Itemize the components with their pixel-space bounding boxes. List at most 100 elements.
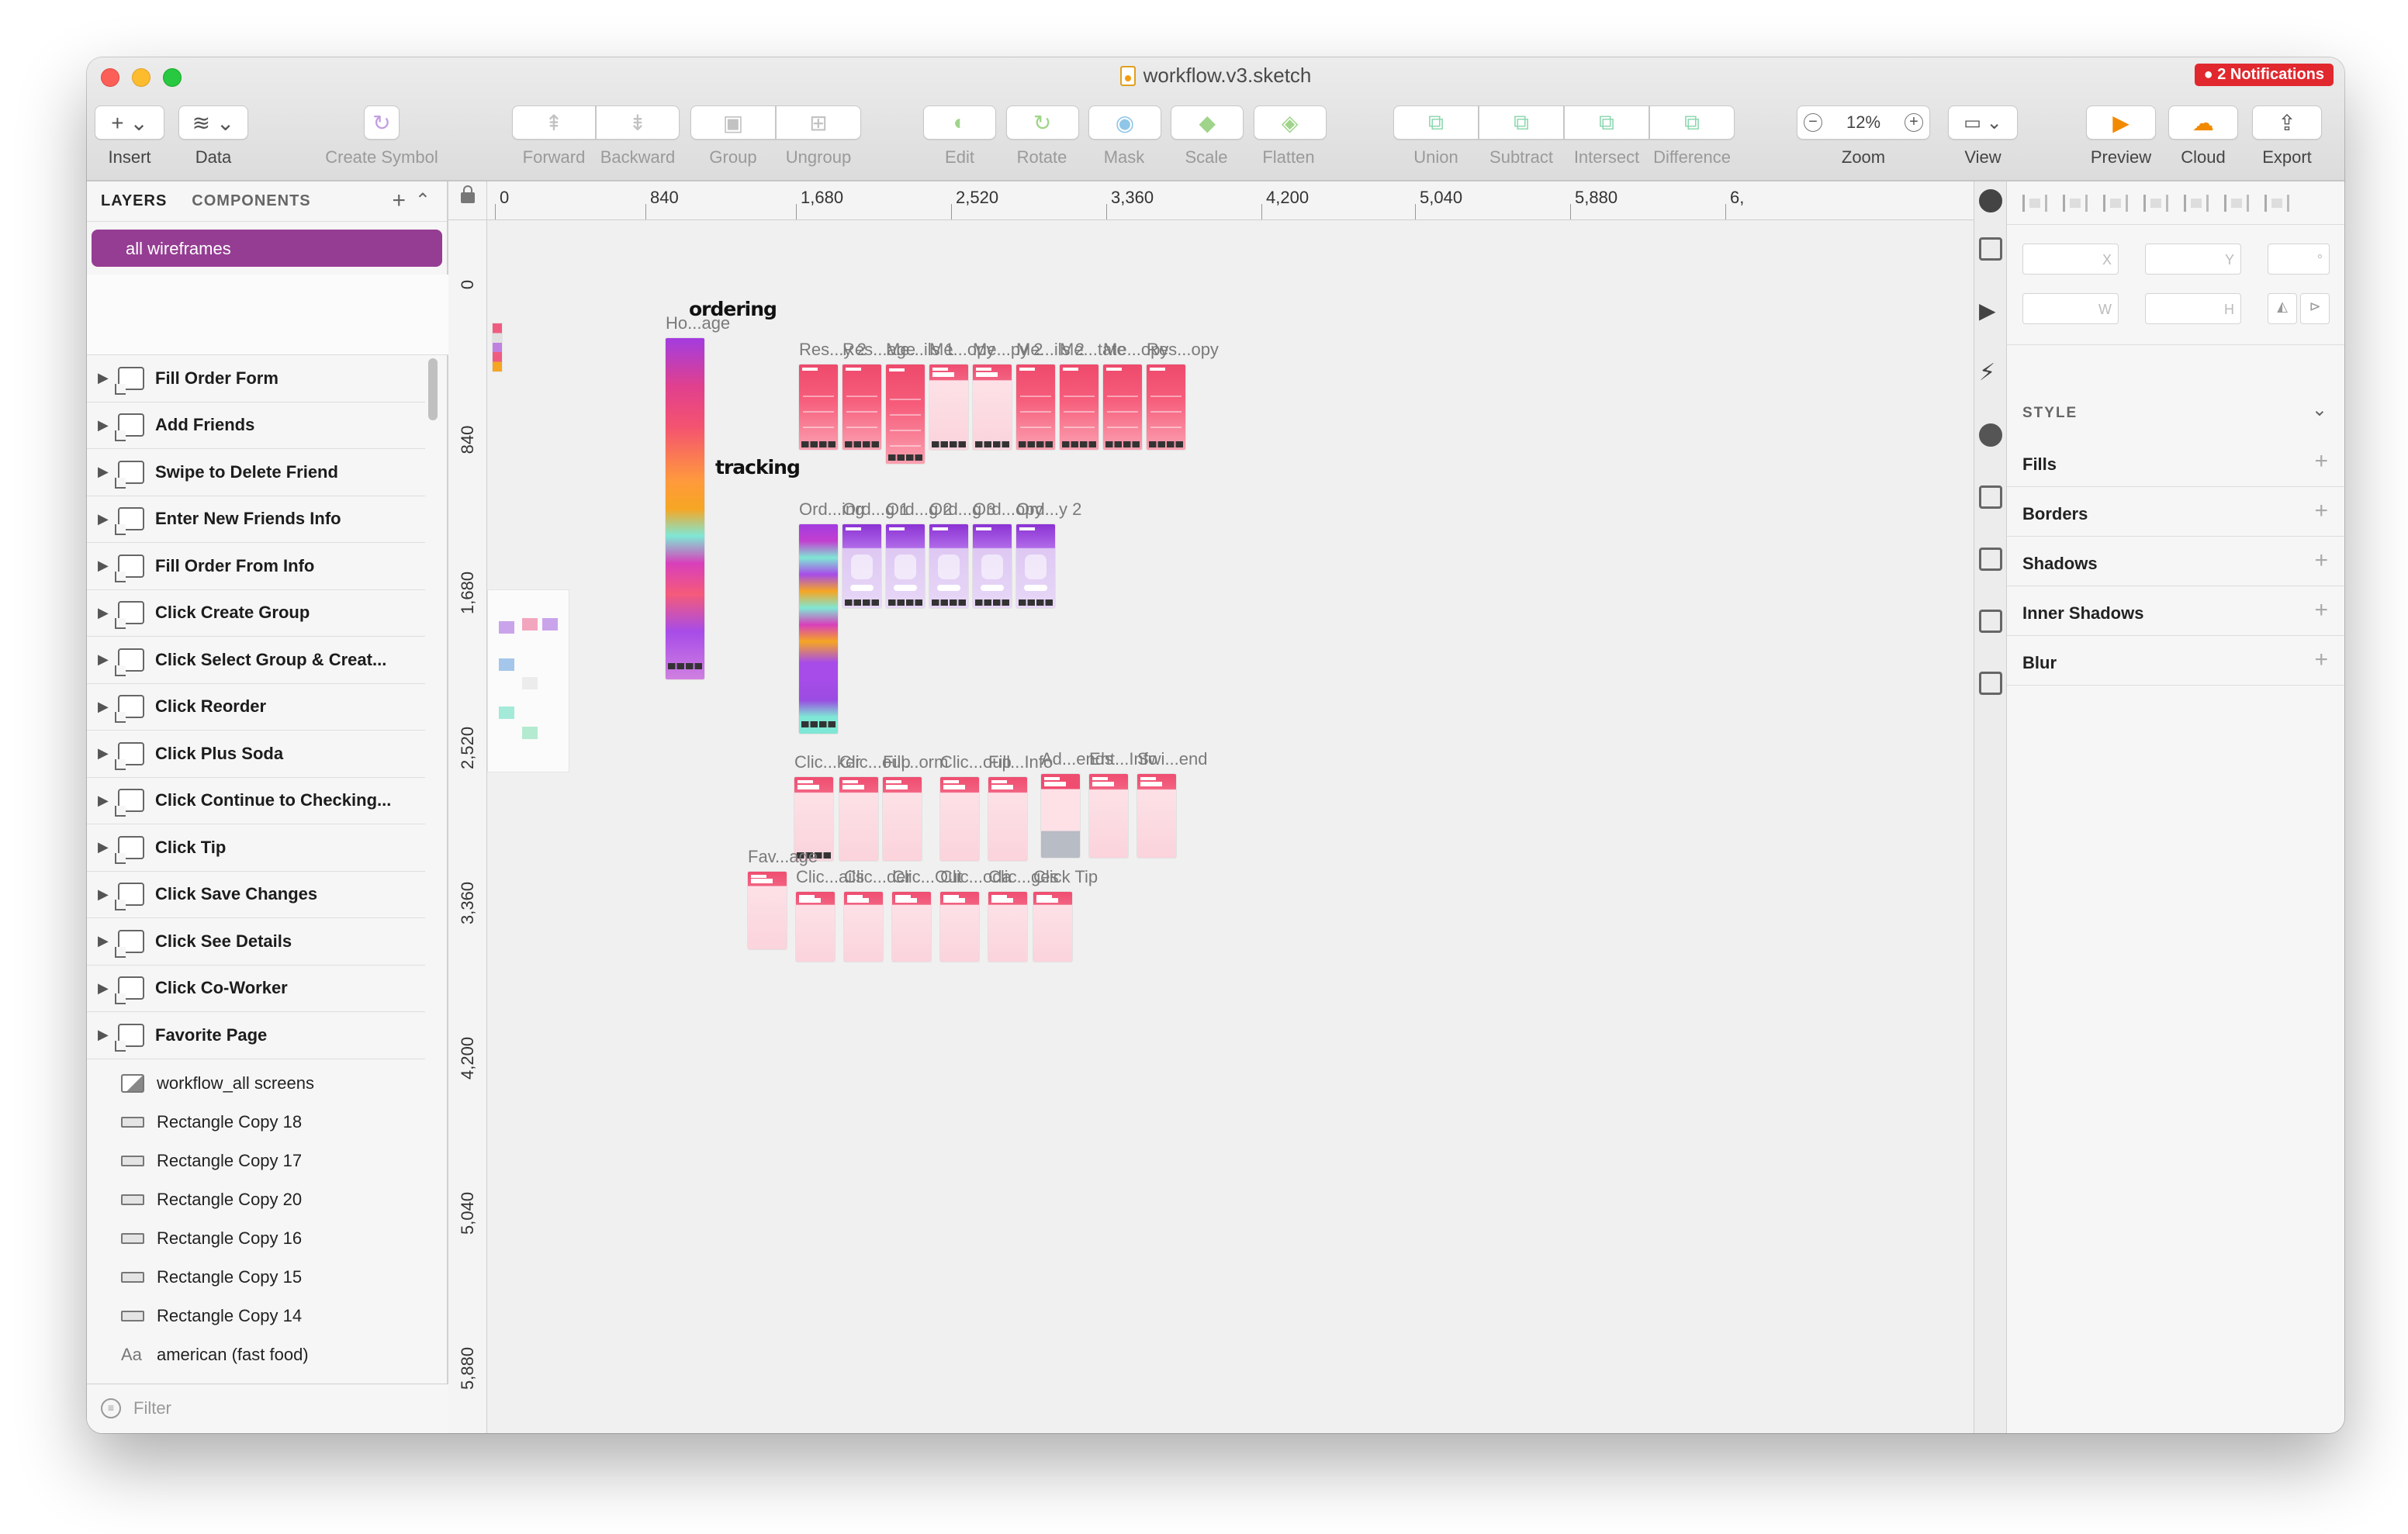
rotation-field[interactable]: °	[2268, 244, 2330, 275]
borders-section[interactable]: Borders +	[2007, 487, 2344, 537]
artboard-ordering[interactable]: Res...age	[842, 340, 915, 450]
ungroup-icon[interactable]: ⊞	[776, 105, 861, 140]
align-bottom-icon[interactable]	[2264, 194, 2289, 212]
add-image-icon[interactable]	[1979, 672, 2002, 695]
height-field[interactable]: H	[2145, 293, 2241, 324]
layer-row[interactable]: Rectangle Copy 17	[87, 1142, 425, 1180]
flow-diagram-thumbnail[interactable]	[487, 589, 569, 772]
list-icon[interactable]	[1979, 485, 2002, 509]
artboard-group-order[interactable]: Swi...end	[1137, 749, 1208, 858]
shadows-section[interactable]: Shadows +	[2007, 537, 2344, 586]
upload-icon[interactable]	[1979, 237, 2002, 261]
artboard-group-order[interactable]: Fill...Info	[988, 752, 1053, 861]
group-icon[interactable]: ▣	[690, 105, 776, 140]
add-blur-icon[interactable]: +	[2314, 647, 2328, 673]
scale-icon[interactable]: ◆	[1171, 105, 1244, 140]
prototype-play-icon[interactable]: ▶	[1979, 299, 2002, 323]
artboard-row[interactable]: ▶ Add Friends	[87, 403, 425, 449]
artboard-row[interactable]: ▶ Click Reorder	[87, 684, 425, 731]
layer-row[interactable]: Rectangle Copy 14	[87, 1297, 425, 1335]
artboard-row[interactable]: ▶ Favorite Page	[87, 1012, 425, 1059]
artboard-ordering[interactable]: Me...ils 1	[886, 340, 954, 464]
artboard-checkout[interactable]: Clic...Out	[892, 867, 962, 962]
notifications-badge[interactable]: ● 2 Notifications	[2194, 64, 2334, 86]
horizontal-ruler[interactable]: 0 840 1,680 2,520 3,360 4,200 5,040 5,88…	[487, 181, 1974, 220]
zoom-value[interactable]: 12%	[1846, 112, 1880, 133]
artboard-row[interactable]: ▶ Click Continue to Checking...	[87, 778, 425, 824]
rotate-icon[interactable]: ↻	[1005, 105, 1079, 140]
align-right-icon[interactable]	[2143, 194, 2168, 212]
hexagon-icon[interactable]	[1979, 423, 2002, 447]
add-page-icon[interactable]: +	[392, 188, 407, 214]
x-field[interactable]: X	[2022, 244, 2119, 275]
artboard-checkout[interactable]: Clic...oda	[940, 867, 1012, 962]
layers-scrollbar[interactable]	[428, 358, 438, 420]
artboard-group-order[interactable]: Ent...Info	[1089, 749, 1157, 858]
filter-field[interactable]: ≡ Filter	[87, 1384, 448, 1433]
layer-row[interactable]: Rectangle Copy 18	[87, 1103, 425, 1142]
intersect-icon[interactable]: ⧉	[1564, 105, 1649, 140]
width-field[interactable]: W	[2022, 293, 2119, 324]
artboard-ordering-strip[interactable]: Ord...ing	[799, 499, 864, 734]
align-center-icon[interactable]	[2103, 194, 2128, 212]
difference-icon[interactable]: ⧉	[1649, 105, 1735, 140]
artboard-row[interactable]: ▶ Click Save Changes	[87, 872, 425, 918]
artboard-ordering[interactable]: Me...opy	[929, 340, 995, 450]
transform-icon[interactable]	[1979, 610, 2002, 633]
artboard-tracking[interactable]: Ord...y 2	[1016, 499, 1081, 608]
tab-layers[interactable]: LAYERS	[101, 192, 167, 210]
artboard-row[interactable]: ▶ Enter New Friends Info	[87, 496, 425, 543]
artboard-row[interactable]: ▶ Click See Details	[87, 918, 425, 966]
artboard-checkout[interactable]: Clic...ges	[988, 867, 1058, 962]
create-symbol-tool[interactable]: ↻ Create Symbol	[312, 105, 452, 175]
artboard-ordering[interactable]: Res...y 2	[799, 340, 867, 450]
artboard-tracking[interactable]: Ord...g 2	[886, 499, 953, 608]
view-tool[interactable]: ▭ ⌄ View	[1946, 105, 2020, 175]
data-tool[interactable]: ≋ ⌄ Data	[177, 105, 250, 175]
add-inner-shadow-icon[interactable]: +	[2314, 597, 2328, 624]
forward-icon[interactable]: ⇞	[512, 105, 596, 140]
layer-row[interactable]: Rectangle Copy 15	[87, 1258, 425, 1297]
artboard-row[interactable]: ▶ Swipe to Delete Friend	[87, 449, 425, 496]
edit-icon[interactable]: ◐	[923, 105, 997, 140]
artboard-group-order[interactable]: Clic...oup	[940, 752, 1012, 861]
chevron-down-icon[interactable]: ⌄	[2312, 399, 2327, 421]
tab-components[interactable]: COMPONENTS	[192, 192, 310, 210]
artboard-favorite-page[interactable]: Fav...age	[748, 847, 818, 949]
artboard-group-order[interactable]: Fill...orm	[883, 752, 948, 861]
lightning-icon[interactable]: ⚡	[1979, 361, 2002, 385]
artboard-row[interactable]: ▶ Click Tip	[87, 824, 425, 872]
layer-row[interactable]: Aa american (fast food)	[87, 1335, 425, 1374]
align-middle-icon[interactable]	[2224, 194, 2249, 212]
layer-row[interactable]: workflow_all screens	[87, 1064, 425, 1103]
flatten-icon[interactable]: ◈	[1253, 105, 1327, 140]
artboard-row[interactable]: ▶ Click Plus Soda	[87, 731, 425, 778]
backward-icon[interactable]: ⇟	[596, 105, 680, 140]
artboard-group-order[interactable]: Clic...oup	[839, 752, 911, 861]
zoom-in-icon[interactable]: +	[1904, 113, 1923, 132]
insert-tool[interactable]: + ⌄ Insert	[93, 105, 166, 175]
artboard-row[interactable]: ▶ Click Create Group	[87, 590, 425, 637]
add-border-icon[interactable]: +	[2314, 498, 2328, 524]
flip-vertical-icon[interactable]: ⊳	[2300, 293, 2330, 324]
union-icon[interactable]: ⧉	[1393, 105, 1479, 140]
collapse-pages-icon[interactable]: ⌃	[415, 189, 431, 212]
artboard-row[interactable]: ▶ Click Select Group & Creat...	[87, 637, 425, 684]
artboard-home-page[interactable]: Ho...age	[666, 313, 730, 679]
add-fill-icon[interactable]: +	[2314, 448, 2328, 475]
artboard-tracking[interactable]: Ord...g 1	[842, 499, 909, 608]
artboard-ordering[interactable]: Res...opy	[1147, 340, 1219, 450]
artboard-ordering[interactable]: Me...tate	[1060, 340, 1126, 450]
artboard-ordering[interactable]: Me...opy	[1103, 340, 1168, 450]
layout-icon[interactable]	[1979, 548, 2002, 571]
align-left-icon[interactable]	[2022, 194, 2047, 212]
fills-section[interactable]: Fills +	[2007, 437, 2344, 487]
export-tool[interactable]: ⇪ Export	[2250, 105, 2324, 175]
inner-shadows-section[interactable]: Inner Shadows +	[2007, 586, 2344, 636]
blur-section[interactable]: Blur +	[2007, 636, 2344, 686]
flip-horizontal-icon[interactable]: ◭	[2268, 293, 2297, 324]
artboard-row[interactable]: ▶ Click Co-Worker	[87, 966, 425, 1012]
vertical-ruler[interactable]: 0 840 1,680 2,520 3,360 4,200 5,040 5,88…	[448, 220, 487, 1433]
artboard-tracking[interactable]: Ord...opy	[973, 499, 1043, 608]
layer-row[interactable]: Rectangle Copy 20	[87, 1180, 425, 1219]
